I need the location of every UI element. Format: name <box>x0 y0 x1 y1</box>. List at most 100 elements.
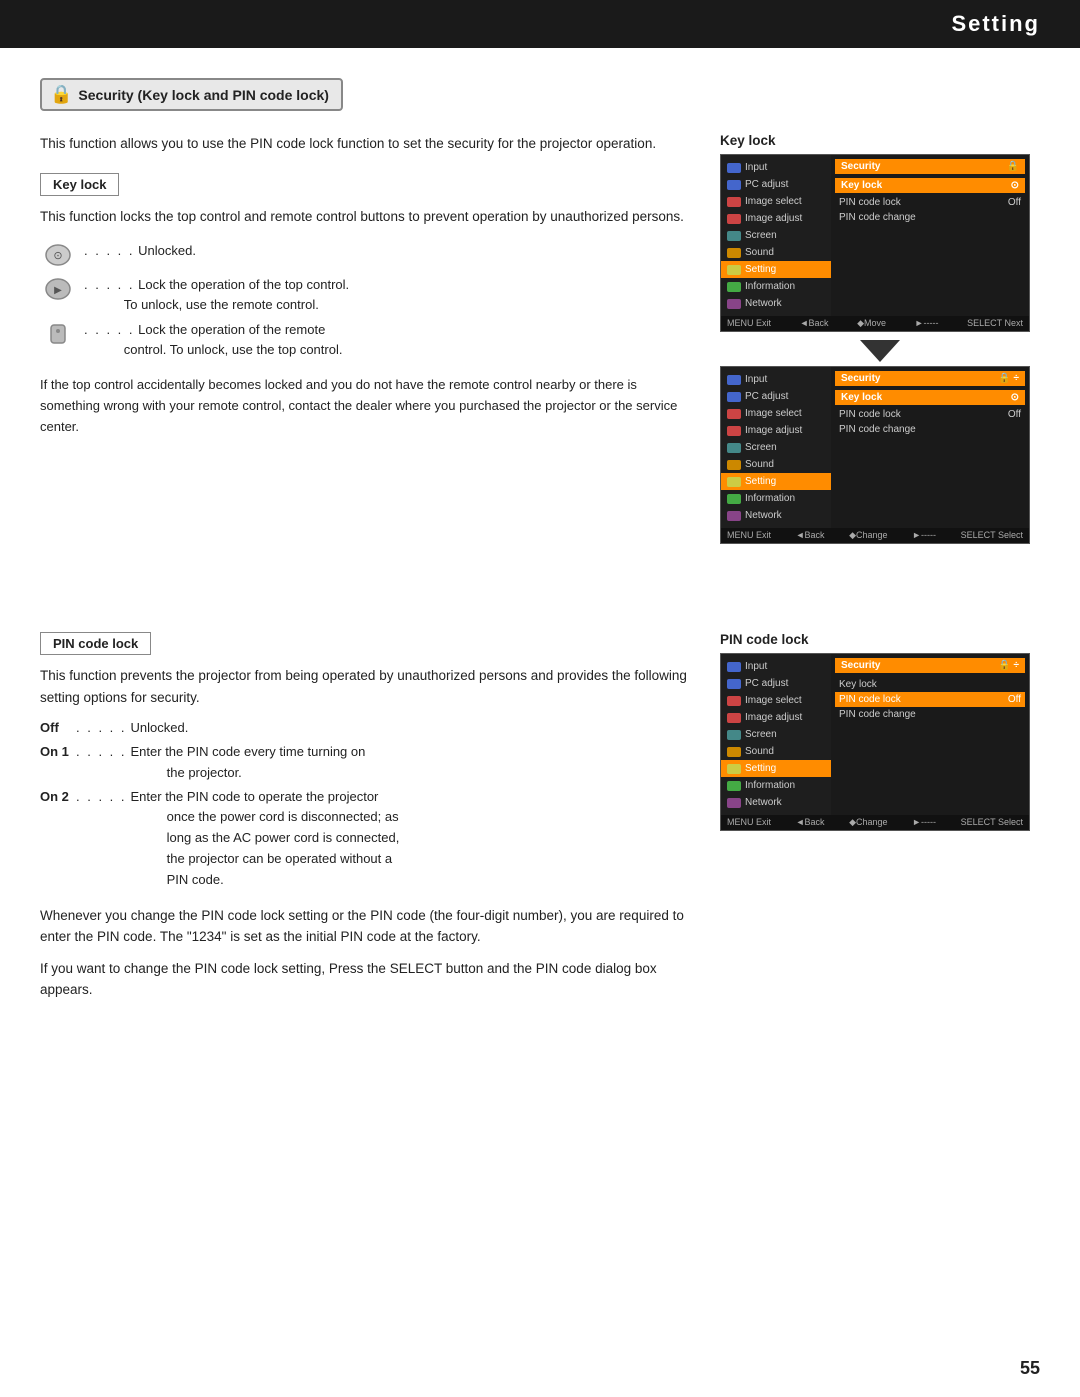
toplock-icon: ▶ <box>40 275 76 303</box>
proj-content-header-1: Security 🔒 <box>835 159 1025 174</box>
security-badge-text: Security (Key lock and PIN code lock) <box>78 87 329 103</box>
pin-row-pinlock: PIN code lockOff <box>835 692 1025 707</box>
unlock-icon: ⊙ <box>40 241 76 269</box>
proj-row-pinchange-2: PIN code change <box>835 422 1025 437</box>
pin-option-on2-desc: Enter the PIN code to operate the projec… <box>131 787 690 891</box>
page-number: 55 <box>1020 1358 1040 1379</box>
section-right: Key lock Input PC adjust Image select <box>720 133 1040 552</box>
keylock-desc: This function locks the top control and … <box>40 206 690 228</box>
svg-text:⊙: ⊙ <box>53 250 62 262</box>
pin-option-off: Off . . . . . Unlocked. <box>40 718 690 739</box>
menu-item-pcadjust-2: PC adjust <box>721 388 831 405</box>
pin-proj-content-header: Security 🔒 ÷ <box>835 658 1025 673</box>
icon-row-remotelock: . . . . . Lock the operation of the remo… <box>40 320 690 359</box>
proj-screen-2: Input PC adjust Image select Image adjus… <box>720 366 1030 544</box>
menu-item-imageadjust-2: Image adjust <box>721 422 831 439</box>
menu-item-network-2: Network <box>721 507 831 524</box>
pin-option-on1-dots: . . . . . <box>76 742 127 784</box>
proj-row-pinlock-1: PIN code lockOff <box>835 195 1025 210</box>
pin-box: PIN code lock <box>40 632 151 655</box>
pin-option-off-dots: . . . . . <box>76 718 127 739</box>
security-badge-row: 🔒 Security (Key lock and PIN code lock) <box>40 78 1040 123</box>
proj-content-header-2: Security 🔒 ÷ <box>835 371 1025 386</box>
menu-item-pcadjust: PC adjust <box>721 176 831 193</box>
keylock-label: Key lock <box>53 177 106 192</box>
menu-item-input-2: Input <box>721 371 831 388</box>
pin-proj-content: Security 🔒 ÷ Key lock PIN code lockOff P… <box>831 654 1029 815</box>
remotelock-text: . . . . . Lock the operation of the remo… <box>84 320 342 359</box>
pin-proj-menu: Input PC adjust Image select Image adjus… <box>721 654 831 815</box>
pin-row-pinchange: PIN code change <box>835 707 1025 722</box>
pin-proj-screen: Input PC adjust Image select Image adjus… <box>720 653 1030 831</box>
pin-menu-item-information: Information <box>721 777 831 794</box>
pin-option-on2: On 2 . . . . . Enter the PIN code to ope… <box>40 787 690 891</box>
warning-text: If the top control accidentally becomes … <box>40 375 690 437</box>
keylock-box: Key lock <box>40 173 119 196</box>
pin-option-off-desc: Unlocked. <box>131 718 690 739</box>
proj-row-pinlock-2: PIN code lockOff <box>835 407 1025 422</box>
menu-item-input: Input <box>721 159 831 176</box>
pin-row-keylock: Key lock <box>835 677 1025 692</box>
top-section: This function allows you to use the PIN … <box>40 133 1040 552</box>
pin-left: PIN code lock This function prevents the… <box>40 632 690 1011</box>
section-left: This function allows you to use the PIN … <box>40 133 690 552</box>
proj-label: Key lock <box>720 133 1040 148</box>
main-content: 🔒 Security (Key lock and PIN code lock) … <box>0 48 1080 1041</box>
proj-content-2: Security 🔒 ÷ Key lock ⊙ PIN code lockOff… <box>831 367 1029 528</box>
proj-keylock-header-2: Key lock ⊙ <box>835 390 1025 405</box>
pin-menu-item-network: Network <box>721 794 831 811</box>
svg-text:▶: ▶ <box>54 285 62 296</box>
pin-right: PIN code lock Input PC adjust Image sele… <box>720 632 1040 1011</box>
pin-option-on2-dots: . . . . . <box>76 787 127 891</box>
pin-note1: Whenever you change the PIN code lock se… <box>40 905 690 948</box>
pin-intro: This function prevents the projector fro… <box>40 665 690 708</box>
proj-footer-2: MENU Exit◄Back◆Change►-----SELECT Select <box>721 528 1029 543</box>
pin-note2: If you want to change the PIN code lock … <box>40 958 690 1001</box>
security-badge: 🔒 Security (Key lock and PIN code lock) <box>40 78 343 111</box>
pin-menu-item-sound: Sound <box>721 743 831 760</box>
spacer <box>40 582 1040 622</box>
pin-menu-item-pcadjust: PC adjust <box>721 675 831 692</box>
menu-item-information-2: Information <box>721 490 831 507</box>
down-arrow <box>720 340 1040 362</box>
pin-menu-item-setting: Setting <box>721 760 831 777</box>
lock-icon: 🔒 <box>50 84 72 105</box>
proj-menu-1: Input PC adjust Image select Image adjus… <box>721 155 831 316</box>
menu-item-setting-active: Setting <box>721 261 831 278</box>
toplock-text: . . . . . Lock the operation of the top … <box>84 275 349 314</box>
menu-item-imageselect: Image select <box>721 193 831 210</box>
menu-item-screen-2: Screen <box>721 439 831 456</box>
pin-menu-item-imageselect: Image select <box>721 692 831 709</box>
unlocked-text: . . . . . Unlocked. <box>84 241 196 261</box>
pin-menu-item-input: Input <box>721 658 831 675</box>
icon-row-toplock: ▶ . . . . . Lock the operation of the to… <box>40 275 690 314</box>
proj-footer-1: MENU Exit◄Back◆Move►-----SELECT Next <box>721 316 1029 331</box>
pin-option-on1: On 1 . . . . . Enter the PIN code every … <box>40 742 690 784</box>
icon-row-unlocked: ⊙ . . . . . Unlocked. <box>40 241 690 269</box>
proj-content-1: Security 🔒 Key lock ⊙ PIN code lockOff P… <box>831 155 1029 316</box>
menu-item-network: Network <box>721 295 831 312</box>
menu-item-imageadjust: Image adjust <box>721 210 831 227</box>
proj-keylock-header-1: Key lock ⊙ <box>835 178 1025 193</box>
pin-proj-footer: MENU Exit◄Back◆Change►-----SELECT Select <box>721 815 1029 830</box>
pin-label: PIN code lock <box>53 636 138 651</box>
menu-item-screen: Screen <box>721 227 831 244</box>
menu-item-setting-active-2: Setting <box>721 473 831 490</box>
proj-row-pinchange-1: PIN code change <box>835 210 1025 225</box>
pin-option-on2-key: On 2 <box>40 787 72 891</box>
menu-item-sound-2: Sound <box>721 456 831 473</box>
pin-option-off-key: Off <box>40 718 72 739</box>
keylock-subsection: Key lock This function locks the top con… <box>40 173 690 438</box>
remotelock-icon <box>40 320 76 348</box>
menu-item-imageselect-2: Image select <box>721 405 831 422</box>
page-title: Setting <box>951 11 1040 37</box>
pin-section: PIN code lock This function prevents the… <box>40 632 1040 1011</box>
pin-option-on1-desc: Enter the PIN code every time turning on… <box>131 742 690 784</box>
menu-item-information: Information <box>721 278 831 295</box>
proj-menu-2: Input PC adjust Image select Image adjus… <box>721 367 831 528</box>
menu-item-sound: Sound <box>721 244 831 261</box>
page-header: Setting <box>0 0 1080 48</box>
intro-text: This function allows you to use the PIN … <box>40 133 690 155</box>
pin-menu-item-imageadjust: Image adjust <box>721 709 831 726</box>
pin-menu-item-screen: Screen <box>721 726 831 743</box>
